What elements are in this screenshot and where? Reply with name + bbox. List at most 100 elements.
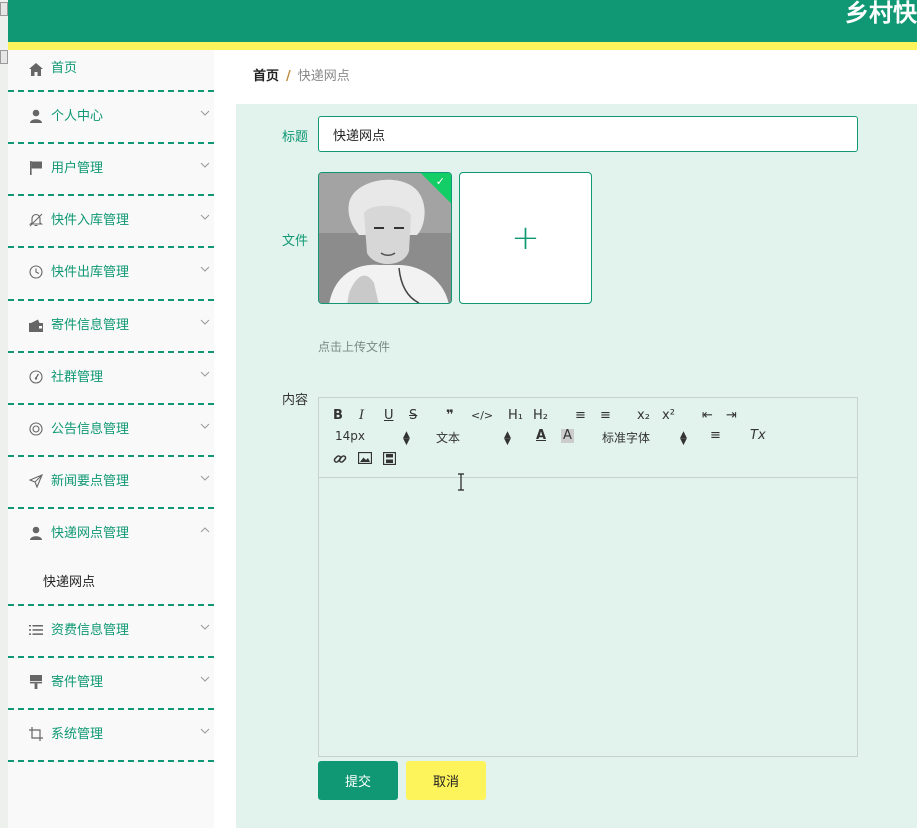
- title-input[interactable]: [318, 116, 858, 152]
- portrait-photo: [319, 173, 451, 303]
- chevron-down-icon: [200, 728, 210, 734]
- font-color-button[interactable]: A: [536, 429, 546, 443]
- header-select[interactable]: 文本 ▲ ▼: [436, 429, 511, 447]
- editor-content-area[interactable]: [319, 478, 857, 756]
- chevron-down-icon: [200, 162, 210, 168]
- content-label: 内容: [282, 393, 309, 408]
- sidebar-item-label: 快件出库管理: [51, 265, 130, 280]
- font-size-select[interactable]: 14px ▲ ▼: [335, 429, 410, 447]
- chevron-down-icon: [200, 475, 210, 481]
- italic-button[interactable]: I: [359, 409, 364, 423]
- breadcrumb-separator: /: [286, 69, 291, 84]
- clock-icon: [28, 264, 44, 280]
- sidebar-item-label: 用户管理: [51, 161, 104, 176]
- link-button[interactable]: [333, 452, 347, 470]
- submit-button[interactable]: 提交: [318, 761, 398, 800]
- edge-tab: [0, 2, 8, 16]
- sidebar-item-news[interactable]: 新闻要点管理: [8, 457, 214, 509]
- chevron-down-icon: [200, 110, 210, 116]
- brush-icon: [28, 674, 44, 690]
- breadcrumb-current: 快递网点: [297, 69, 350, 84]
- link-icon: [333, 455, 347, 463]
- breadcrumb-bar: 首页 / 快递网点: [236, 50, 917, 96]
- sidebar-item-tariff[interactable]: 资费信息管理: [8, 606, 214, 658]
- sidebar-item-personal-center[interactable]: 个人中心: [8, 92, 214, 144]
- image-button[interactable]: [357, 451, 373, 468]
- sidebar-item-send-management[interactable]: 寄件管理: [8, 658, 214, 710]
- background-color-button[interactable]: A: [561, 429, 574, 443]
- blockquote-button[interactable]: ❞: [446, 409, 454, 423]
- plus-icon: +: [511, 218, 540, 258]
- font-family-select[interactable]: 标准字体 ▲ ▼: [602, 429, 687, 447]
- underline-button[interactable]: U: [384, 409, 394, 423]
- strike-button[interactable]: S: [409, 409, 417, 423]
- film-icon: [382, 451, 397, 466]
- sidebar-item-label: 寄件信息管理: [51, 318, 130, 333]
- bell-off-icon: [28, 212, 44, 228]
- chevron-down-icon: [200, 676, 210, 682]
- chevron-down-icon: [200, 266, 210, 272]
- sidebar-item-label: 资费信息管理: [51, 623, 130, 638]
- image-icon: [357, 451, 373, 465]
- check-icon: ✓: [435, 175, 445, 188]
- sidebar-item-label: 寄件管理: [51, 675, 104, 690]
- lifebuoy-icon: [28, 421, 44, 437]
- send-icon: [28, 473, 44, 489]
- editor-toolbar: B I U S ❞ </> H₁ H₂ ≡ ≡ x₂ x² ⇤ ⇥ 14px ▲…: [319, 398, 857, 478]
- sidebar-item-label: 系统管理: [51, 727, 104, 742]
- sidebar-item-label: 新闻要点管理: [51, 474, 130, 489]
- subscript-button[interactable]: x₂: [637, 409, 650, 423]
- sidebar-item-system[interactable]: 系统管理: [8, 710, 214, 762]
- select-arrows-icon: ▲ ▼: [504, 430, 511, 447]
- sidebar-item-inbound[interactable]: 快件入库管理: [8, 196, 214, 248]
- app-title: 乡村快: [845, 0, 917, 27]
- wallet-icon: [28, 317, 44, 333]
- submenu-item-express-outlet[interactable]: 快递网点: [8, 561, 214, 605]
- user-icon: [28, 108, 44, 124]
- sidebar-item-express-outlet-management[interactable]: 快递网点管理 快递网点: [8, 509, 214, 606]
- submenu-item-label: 快递网点: [43, 575, 96, 590]
- sidebar-item-notice[interactable]: 公告信息管理: [8, 405, 214, 457]
- chevron-down-icon: [200, 423, 210, 429]
- chevron-down-icon: [200, 624, 210, 630]
- window-edge: [0, 0, 8, 828]
- flag-icon: [28, 160, 44, 176]
- file-label: 文件: [282, 234, 309, 249]
- home-icon: [28, 61, 44, 77]
- indent-increase-button[interactable]: ⇥: [726, 409, 737, 423]
- edge-tab: [0, 50, 8, 64]
- bold-button[interactable]: B: [333, 409, 343, 423]
- sidebar-item-outbound[interactable]: 快件出库管理: [8, 248, 214, 301]
- upload-button[interactable]: +: [459, 172, 592, 304]
- cancel-button[interactable]: 取消: [406, 761, 486, 800]
- breadcrumb-home[interactable]: 首页: [253, 69, 279, 84]
- clean-format-button[interactable]: Tx: [750, 429, 766, 443]
- sidebar-item-send-info[interactable]: 寄件信息管理: [8, 301, 214, 353]
- sidebar-item-label: 公告信息管理: [51, 422, 130, 437]
- sidebar-item-home[interactable]: 首页: [8, 50, 214, 92]
- uploaded-image-thumbnail[interactable]: ✓: [318, 172, 452, 304]
- chevron-down-icon: [200, 371, 210, 377]
- align-button[interactable]: ≡: [710, 429, 721, 443]
- sidebar-item-user-management[interactable]: 用户管理: [8, 144, 214, 196]
- list-icon: [28, 622, 44, 638]
- indent-decrease-button[interactable]: ⇤: [702, 409, 713, 423]
- header1-button[interactable]: H₁: [508, 409, 523, 423]
- bullet-list-button[interactable]: ≡: [600, 409, 611, 423]
- header2-button[interactable]: H₂: [533, 409, 548, 423]
- ordered-list-button[interactable]: ≡: [575, 409, 586, 423]
- text-cursor-icon: [458, 473, 464, 491]
- select-arrows-icon: ▲ ▼: [403, 430, 410, 447]
- sidebar-item-community[interactable]: 社群管理: [8, 353, 214, 405]
- font-family-value: 标准字体: [602, 431, 651, 445]
- code-block-button[interactable]: </>: [471, 409, 493, 423]
- video-button[interactable]: [382, 451, 397, 469]
- font-size-value: 14px: [335, 429, 365, 443]
- rich-text-editor: B I U S ❞ </> H₁ H₂ ≡ ≡ x₂ x² ⇤ ⇥ 14px ▲…: [318, 397, 858, 757]
- superscript-button[interactable]: x²: [662, 409, 675, 423]
- chevron-down-icon: [200, 319, 210, 325]
- chevron-up-icon: [200, 527, 210, 533]
- sidebar-item-label: 快件入库管理: [51, 213, 130, 228]
- gauge-icon: [28, 369, 44, 385]
- sidebar-item-label: 社群管理: [51, 370, 104, 385]
